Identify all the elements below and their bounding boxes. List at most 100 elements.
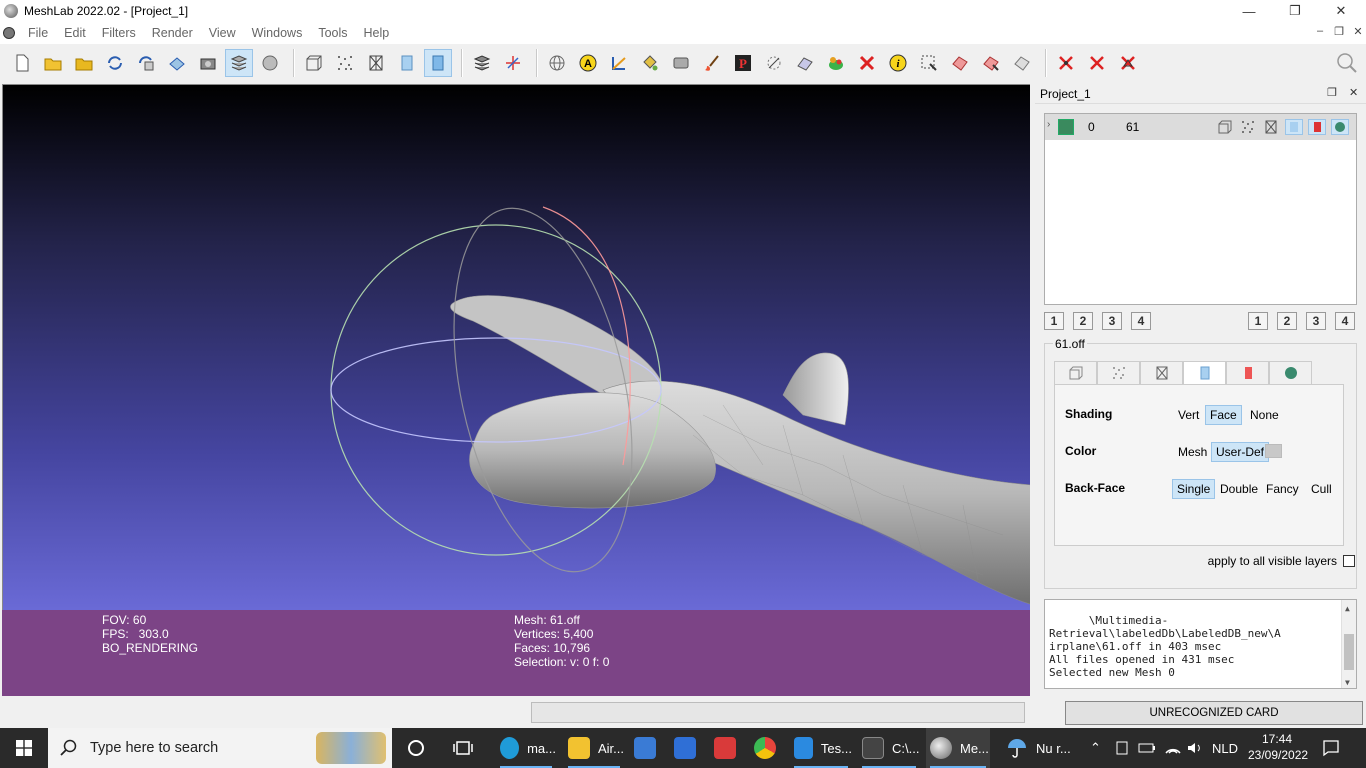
menu-help[interactable]: Help xyxy=(356,26,398,40)
tab-decorators[interactable] xyxy=(1269,361,1312,385)
paint-button[interactable] xyxy=(636,49,664,77)
search-icon[interactable] xyxy=(1336,52,1358,77)
expand-arrow-icon[interactable]: › xyxy=(1047,119,1050,130)
select-z-button[interactable] xyxy=(1008,49,1036,77)
pickpoints-button[interactable]: P xyxy=(729,49,757,77)
new-project-button[interactable] xyxy=(8,49,36,77)
annotation-button[interactable]: A xyxy=(574,49,602,77)
tab-points[interactable] xyxy=(1097,361,1140,385)
delete-faces-button[interactable] xyxy=(1083,49,1111,77)
start-button[interactable] xyxy=(0,728,48,768)
view-3-button-left[interactable]: 3 xyxy=(1102,312,1122,330)
snapshot-button[interactable] xyxy=(194,49,222,77)
texture-mini-icon[interactable] xyxy=(1308,119,1326,135)
raster-layers-button[interactable] xyxy=(256,49,284,77)
taskbar-edge[interactable]: ma... xyxy=(496,728,556,768)
taskbar-search-box[interactable]: Type here to search xyxy=(48,728,392,768)
tray-language[interactable]: NLD xyxy=(1212,728,1238,768)
menu-filters[interactable]: Filters xyxy=(94,26,144,40)
decorator-mini-icon[interactable] xyxy=(1331,119,1349,135)
brush-button[interactable] xyxy=(698,49,726,77)
task-view-button[interactable] xyxy=(452,728,474,768)
tray-device[interactable] xyxy=(1114,728,1130,768)
reload-button[interactable] xyxy=(101,49,129,77)
bbox-render-button[interactable] xyxy=(300,49,328,77)
tray-battery[interactable] xyxy=(1138,728,1156,768)
scroll-thumb[interactable] xyxy=(1344,634,1354,670)
tray-wifi[interactable] xyxy=(1164,728,1182,768)
view-4-button-right[interactable]: 4 xyxy=(1335,312,1355,330)
visibility-eye-icon[interactable] xyxy=(1058,119,1074,135)
open-project-button[interactable] xyxy=(39,49,67,77)
select-vertex-area-button[interactable] xyxy=(977,49,1005,77)
shading-vert-option[interactable]: Vert xyxy=(1173,405,1204,425)
apply-all-checkbox[interactable] xyxy=(1343,555,1355,567)
close-button[interactable]: ✕ xyxy=(1318,0,1364,22)
menu-windows[interactable]: Windows xyxy=(244,26,311,40)
tab-wireframe[interactable] xyxy=(1140,361,1183,385)
menu-edit[interactable]: Edit xyxy=(56,26,94,40)
mdi-minimize-button[interactable]: – xyxy=(1311,25,1329,41)
taskbar-vscode[interactable]: Tes... xyxy=(790,728,852,768)
shading-none-option[interactable]: None xyxy=(1245,405,1284,425)
view-1-button-right[interactable]: 1 xyxy=(1248,312,1268,330)
minimize-button[interactable]: — xyxy=(1226,0,1272,22)
menu-view[interactable]: View xyxy=(201,26,244,40)
mdi-close-button[interactable]: ✕ xyxy=(1349,25,1366,41)
select-vertices-button[interactable] xyxy=(543,49,571,77)
align-button[interactable] xyxy=(667,49,695,77)
import-mesh-button[interactable] xyxy=(70,49,98,77)
measure-button[interactable] xyxy=(605,49,633,77)
points-mini-icon[interactable] xyxy=(1239,119,1257,135)
layer-row[interactable]: › 0 61 xyxy=(1045,114,1356,140)
select-area-button[interactable] xyxy=(915,49,943,77)
layers-button[interactable] xyxy=(225,49,253,77)
delete-all-button[interactable] xyxy=(1114,49,1142,77)
select-connected-button[interactable] xyxy=(946,49,974,77)
menu-tools[interactable]: Tools xyxy=(310,26,355,40)
view-3-button-right[interactable]: 3 xyxy=(1306,312,1326,330)
cortana-button[interactable] xyxy=(406,728,426,768)
fill-mini-icon[interactable] xyxy=(1285,119,1303,135)
taskbar-meshlab[interactable]: Me... xyxy=(926,728,990,768)
wire-mini-icon[interactable] xyxy=(1262,119,1280,135)
flat-render-button[interactable] xyxy=(424,49,452,77)
color-userdef-option[interactable]: User-Def xyxy=(1211,442,1270,462)
smooth-render-button[interactable] xyxy=(393,49,421,77)
backface-single-option[interactable]: Single xyxy=(1172,479,1216,499)
view-1-button-left[interactable]: 1 xyxy=(1044,312,1064,330)
shading-face-option[interactable]: Face xyxy=(1205,405,1242,425)
reload-all-button[interactable] xyxy=(132,49,160,77)
taskbar-mail[interactable] xyxy=(674,728,704,768)
view-4-button-left[interactable]: 4 xyxy=(1131,312,1151,330)
bbox-mini-icon[interactable] xyxy=(1216,119,1234,135)
notifications-button[interactable] xyxy=(1322,728,1340,768)
mdi-restore-button[interactable]: ❐ xyxy=(1330,25,1348,41)
3d-viewport[interactable] xyxy=(2,84,1030,610)
taskbar-terminal[interactable]: C:\... xyxy=(858,728,920,768)
tray-chevron[interactable]: ⌃ xyxy=(1090,728,1101,768)
tab-texture[interactable] xyxy=(1226,361,1269,385)
backface-double-option[interactable]: Double xyxy=(1215,479,1263,499)
delete-vertices-button[interactable] xyxy=(1052,49,1080,77)
info-button[interactable]: i xyxy=(884,49,912,77)
backface-cull-option[interactable]: Cull xyxy=(1306,479,1337,499)
color-texture-button[interactable] xyxy=(822,49,850,77)
wireframe-render-button[interactable] xyxy=(362,49,390,77)
weather-widget[interactable]: Nu r... xyxy=(1006,728,1071,768)
taskbar-gift[interactable] xyxy=(714,728,744,768)
scroll-down-icon[interactable]: ▼ xyxy=(1345,676,1350,688)
points-render-button[interactable] xyxy=(331,49,359,77)
select-faces-button[interactable] xyxy=(791,49,819,77)
export-mesh-button[interactable] xyxy=(163,49,191,77)
log-scrollbar[interactable]: ▲ ▼ xyxy=(1341,600,1356,688)
taskbar-store[interactable] xyxy=(634,728,664,768)
menu-render[interactable]: Render xyxy=(144,26,201,40)
manipulator-button[interactable] xyxy=(760,49,788,77)
tab-fill[interactable] xyxy=(1183,361,1226,385)
taskbar-clock[interactable]: 17:44 23/09/2022 xyxy=(1248,731,1308,763)
view-2-button-left[interactable]: 2 xyxy=(1073,312,1093,330)
taskbar-explorer[interactable]: Air... xyxy=(564,728,624,768)
backface-fancy-option[interactable]: Fancy xyxy=(1261,479,1304,499)
taskbar-chrome[interactable] xyxy=(754,728,784,768)
